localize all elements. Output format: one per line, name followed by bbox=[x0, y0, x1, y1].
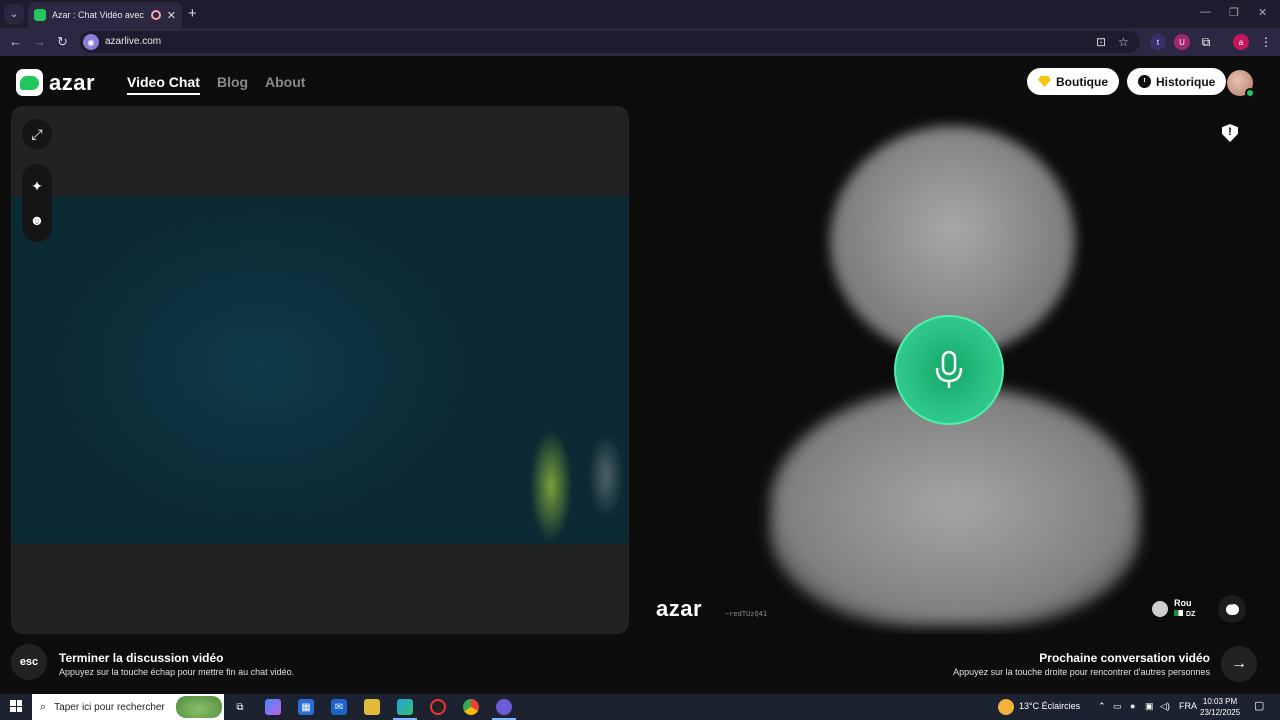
extension-t-icon[interactable]: t bbox=[1150, 34, 1166, 50]
network-icon[interactable]: ▭ bbox=[1113, 701, 1122, 712]
site-info-icon[interactable]: ◉ bbox=[83, 34, 99, 50]
esc-button[interactable]: esc bbox=[11, 644, 47, 680]
copilot-icon[interactable] bbox=[265, 699, 281, 715]
boutique-button[interactable]: Boutique bbox=[1027, 68, 1119, 95]
clock-icon bbox=[1138, 75, 1151, 88]
nav-video-chat[interactable]: Video Chat bbox=[127, 74, 200, 95]
logo-text: azar bbox=[49, 69, 96, 95]
windows-taskbar: ⌕ Taper ici pour rechercher ⧉ ▦ ✉ 13°C É… bbox=[0, 694, 1280, 720]
next-chat-subtitle: Appuyez sur la touche droite pour rencon… bbox=[953, 667, 1210, 677]
clock-time: 10:03 PM bbox=[1202, 697, 1238, 706]
nav-blog[interactable]: Blog bbox=[217, 74, 248, 90]
language-indicator[interactable]: FRA bbox=[1179, 701, 1197, 711]
profile-icon[interactable]: a bbox=[1233, 34, 1249, 50]
weather-text[interactable]: 13°C Éclaircies bbox=[1019, 701, 1080, 711]
partner-info[interactable]: Rou DZ bbox=[1152, 594, 1195, 624]
minimize-window-button[interactable]: — bbox=[1200, 6, 1211, 18]
restore-window-button[interactable]: ❐ bbox=[1229, 6, 1239, 19]
tab-search-button[interactable]: ⌄ bbox=[4, 4, 24, 24]
task-view-icon[interactable]: ⧉ bbox=[232, 699, 248, 715]
edge-browser-icon[interactable] bbox=[397, 699, 413, 715]
end-chat-title: Terminer la discussion vidéo bbox=[59, 651, 224, 665]
taskbar-clock[interactable]: 10:03 PM 23/12/2025 bbox=[1200, 696, 1240, 718]
forward-arrow-icon[interactable]: → bbox=[33, 34, 46, 49]
microphone-icon bbox=[894, 315, 1004, 425]
windows-start-icon[interactable] bbox=[10, 700, 22, 712]
clock-date: 23/12/2025 bbox=[1200, 708, 1241, 717]
my-camera-panel: ⤢ ✦ ☻ bbox=[11, 106, 629, 634]
search-placeholder: Taper ici pour rechercher bbox=[54, 701, 165, 713]
extensions-puzzle-icon[interactable]: ⧉ bbox=[1198, 34, 1214, 50]
partner-name: Rou bbox=[1174, 598, 1192, 608]
partner-video-panel: ! azar ~redTUzQ41 Rou DZ bbox=[640, 106, 1258, 634]
url-text: azarlive.com bbox=[105, 36, 162, 47]
online-status-dot bbox=[1245, 88, 1255, 98]
my-video-feed bbox=[11, 196, 629, 544]
file-explorer-icon[interactable] bbox=[364, 699, 380, 715]
watermark-id: ~redTUzQ41 bbox=[725, 610, 768, 618]
nav-about[interactable]: About bbox=[265, 74, 305, 90]
sparkle-effects-icon[interactable]: ✦ bbox=[22, 171, 52, 201]
recording-indicator-icon bbox=[150, 10, 161, 20]
display-icon[interactable]: ▣ bbox=[1145, 701, 1154, 712]
chrome-icon[interactable] bbox=[463, 699, 479, 715]
azar-logo[interactable]: azar bbox=[16, 69, 95, 96]
store-icon[interactable]: ▦ bbox=[298, 699, 314, 715]
chat-button[interactable] bbox=[1218, 595, 1246, 623]
app-icon-red[interactable] bbox=[430, 699, 446, 715]
taskbar-search-input[interactable]: ⌕ Taper ici pour rechercher bbox=[32, 694, 224, 720]
tray-expand-icon[interactable]: ⌃ bbox=[1098, 701, 1106, 712]
search-highlight-image bbox=[176, 696, 222, 718]
expand-view-icon[interactable]: ⤢ bbox=[22, 119, 52, 149]
azar-app: azar Video Chat Blog About Boutique Hist… bbox=[0, 56, 1280, 694]
chat-bubble-icon bbox=[1225, 599, 1239, 615]
report-shield-icon[interactable]: ! bbox=[1222, 124, 1238, 142]
partner-country: DZ bbox=[1186, 611, 1196, 618]
historique-button[interactable]: Historique bbox=[1127, 68, 1227, 95]
browser-tab-bar: ⌄ Azar : Chat Vidéo avec de n ✕ + — ❐ ✕ bbox=[0, 0, 1280, 28]
face-filter-icon[interactable]: ☻ bbox=[22, 205, 52, 235]
chrome-profile-icon[interactable] bbox=[496, 699, 512, 715]
install-app-icon[interactable]: ⊡ bbox=[1096, 35, 1106, 49]
volume-icon[interactable]: ◁) bbox=[1160, 701, 1170, 712]
azar-watermark: azar bbox=[656, 596, 703, 621]
diamond-icon bbox=[1038, 76, 1051, 87]
weather-icon[interactable] bbox=[998, 699, 1014, 715]
close-tab-icon[interactable]: ✕ bbox=[167, 9, 176, 22]
partner-avatar-icon bbox=[1152, 601, 1168, 617]
new-tab-button[interactable]: + bbox=[188, 5, 197, 22]
microphone-tray-icon[interactable]: ● bbox=[1130, 701, 1135, 711]
end-chat-subtitle: Appuyez sur la touche échap pour mettre … bbox=[59, 667, 295, 677]
search-icon: ⌕ bbox=[40, 700, 47, 713]
back-arrow-icon[interactable]: ← bbox=[9, 34, 22, 49]
reload-icon[interactable]: ↻ bbox=[57, 34, 68, 50]
outlook-icon[interactable]: ✉ bbox=[331, 699, 347, 715]
boutique-label: Boutique bbox=[1056, 74, 1108, 89]
azar-logo-icon bbox=[16, 69, 43, 96]
browser-toolbar: ← → ↻ ◉ azarlive.com ⊡ ☆ t U ⧉ a ⋮ bbox=[0, 28, 1280, 56]
tab-title: Azar : Chat Vidéo avec de n bbox=[52, 10, 145, 20]
notifications-icon[interactable]: ▢ bbox=[1254, 699, 1264, 712]
next-chat-arrow-button[interactable]: → bbox=[1221, 646, 1257, 682]
azar-favicon-icon bbox=[34, 9, 46, 21]
close-window-button[interactable]: ✕ bbox=[1258, 6, 1267, 19]
browser-tab[interactable]: Azar : Chat Vidéo avec de n ✕ bbox=[28, 2, 182, 28]
extension-shield-icon[interactable]: U bbox=[1174, 34, 1190, 50]
bookmark-star-icon[interactable]: ☆ bbox=[1118, 35, 1129, 49]
algeria-flag-icon bbox=[1174, 610, 1183, 616]
browser-menu-icon[interactable]: ⋮ bbox=[1258, 34, 1274, 50]
address-bar[interactable]: ◉ azarlive.com ⊡ ☆ bbox=[80, 31, 1140, 53]
user-avatar[interactable] bbox=[1227, 70, 1255, 98]
next-chat-title: Prochaine conversation vidéo bbox=[1039, 651, 1210, 665]
historique-label: Historique bbox=[1156, 74, 1216, 89]
